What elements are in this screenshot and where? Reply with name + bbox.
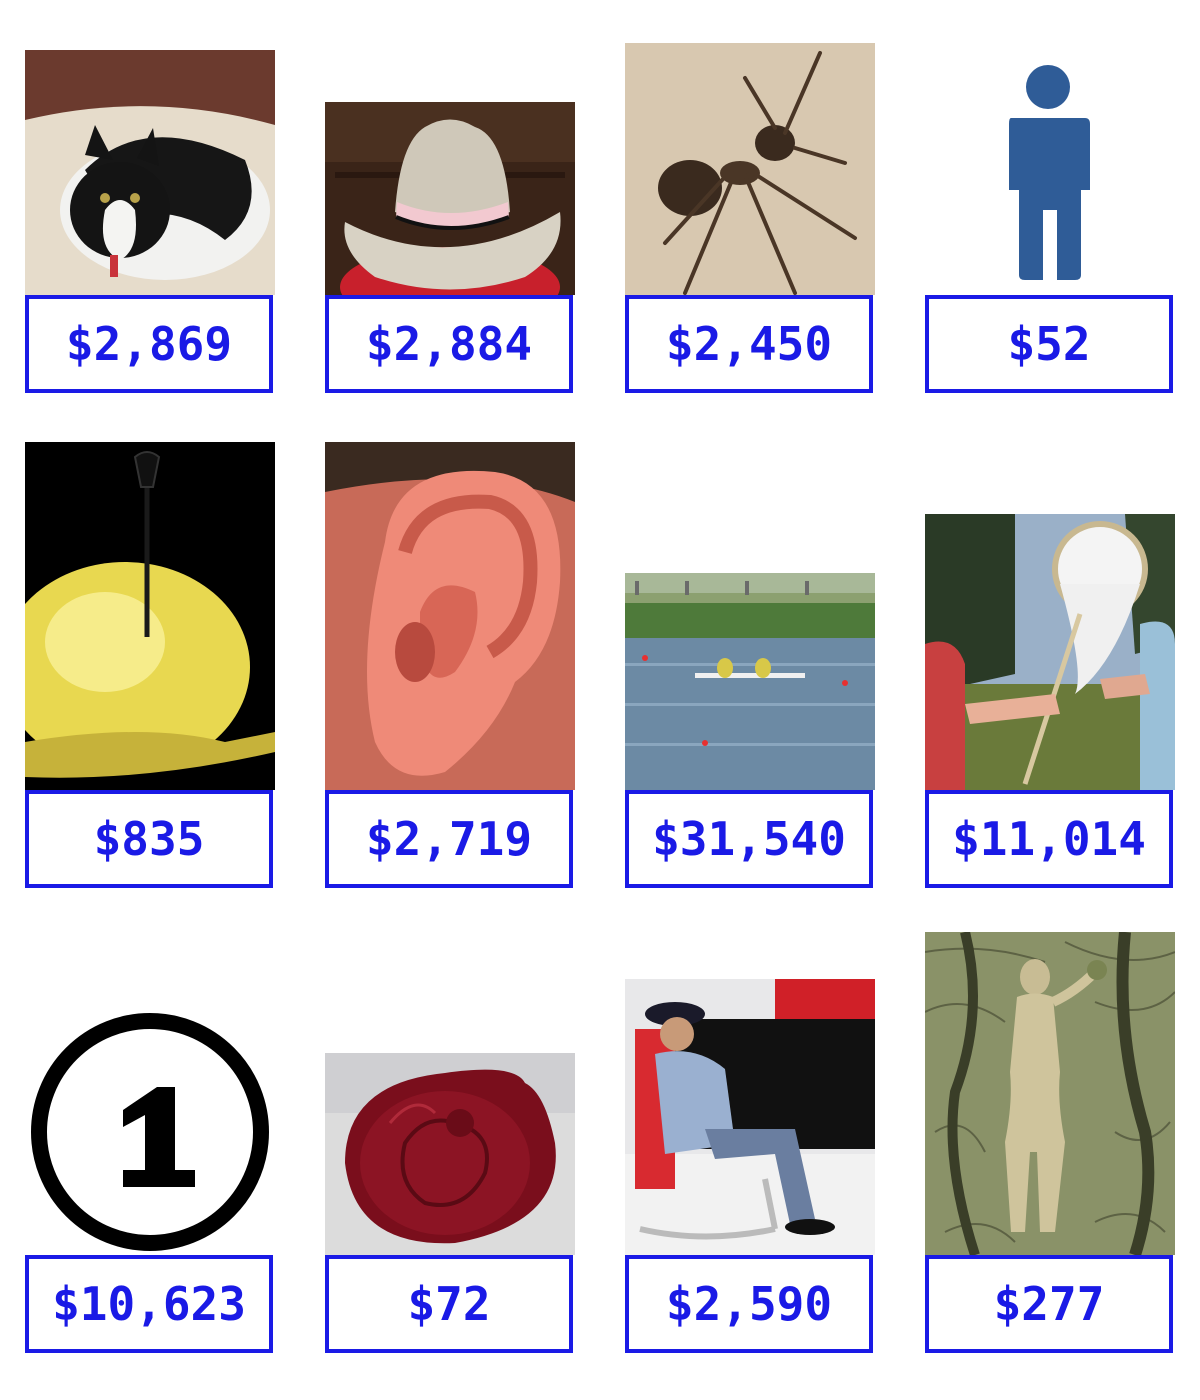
price-label: $2,450	[625, 295, 873, 393]
balloon-dart-photo	[25, 442, 275, 790]
product-tile-rowing[interactable]: $31,540	[625, 440, 875, 895]
product-tile-wax-seal[interactable]: $72	[325, 900, 575, 1360]
price-label: $31,540	[625, 790, 873, 888]
product-tile-ear[interactable]: $2,719	[325, 440, 575, 895]
person-pictogram-icon	[925, 50, 1175, 295]
product-tile-sleeping-guard[interactable]: $2,590	[625, 900, 875, 1360]
price-label: $72	[325, 1255, 573, 1353]
product-tile-ant[interactable]: $2,450	[625, 40, 875, 400]
cat-photo	[25, 50, 275, 295]
price-label: $11,014	[925, 790, 1173, 888]
price-label: $52	[925, 295, 1173, 393]
price-label: $2,719	[325, 790, 573, 888]
price-label: $2,590	[625, 1255, 873, 1353]
product-tile-person[interactable]: $52	[925, 40, 1175, 400]
price-label: $835	[25, 790, 273, 888]
ant-photo	[625, 43, 875, 295]
price-label: $10,623	[25, 1255, 273, 1353]
product-tile-balloon[interactable]: $835	[25, 440, 275, 895]
cowboy-hat-photo	[325, 102, 575, 295]
price-label: $2,884	[325, 295, 573, 393]
price-label: $277	[925, 1255, 1173, 1353]
product-tile-circled-one[interactable]: $10,623	[25, 900, 275, 1360]
butterfly-net-photo	[925, 514, 1175, 790]
price-label: $2,869	[25, 295, 273, 393]
product-tile-cat[interactable]: $2,869	[25, 40, 275, 400]
engraving-eve-photo	[925, 932, 1175, 1255]
rowing-lake-photo	[625, 573, 875, 790]
sleeping-guard-photo	[625, 979, 875, 1255]
product-tile-engraving[interactable]: $277	[925, 900, 1175, 1360]
wax-seal-photo	[325, 1053, 575, 1255]
circled-number-one-icon	[25, 1005, 275, 1255]
product-tile-hat[interactable]: $2,884	[325, 40, 575, 400]
product-tile-net[interactable]: $11,014	[925, 440, 1175, 895]
ear-photo	[325, 442, 575, 790]
